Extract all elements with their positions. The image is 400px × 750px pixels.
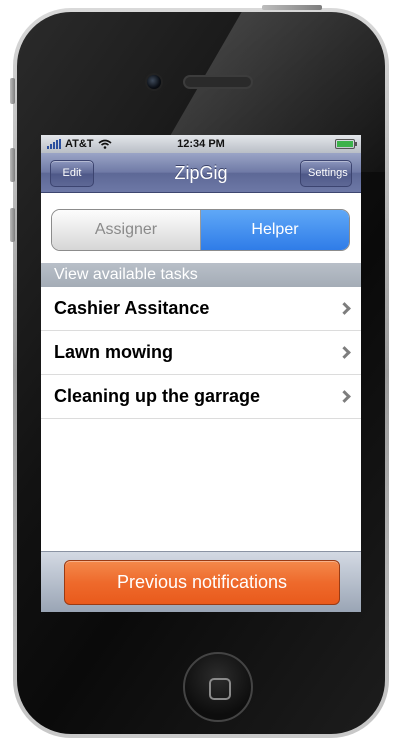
camera-icon [145,73,163,91]
carrier-label: AT&T [65,138,94,150]
battery-fill [337,141,353,147]
task-row-cashier[interactable]: Cashier Assitance [41,287,361,331]
segment-helper[interactable]: Helper [201,210,349,250]
previous-notifications-button[interactable]: Previous notifications [64,560,340,605]
volume-up-button[interactable] [10,148,15,182]
mute-switch[interactable] [10,78,15,104]
power-button[interactable] [262,5,322,10]
task-row-garage[interactable]: Cleaning up the garrage [41,375,361,419]
wifi-icon [98,139,112,149]
segment-assigner[interactable]: Assigner [52,210,201,250]
task-list: Cashier Assitance Lawn mowing Cleaning u… [41,287,361,419]
task-label: Cashier Assitance [54,298,210,318]
task-label: Cleaning up the garrage [54,386,261,406]
battery-icon [335,139,357,149]
phone-screen: AT&T 12:34 PM Edit ZipGig Settings Assig… [41,135,361,612]
chevron-right-icon [338,302,351,315]
status-bar: AT&T 12:34 PM [41,135,361,153]
speaker-grille [183,75,253,89]
role-segmented-control: Assigner Helper [51,209,350,251]
volume-down-button[interactable] [10,208,15,242]
section-header: View available tasks [41,263,361,287]
settings-button[interactable]: Settings [300,160,352,187]
home-button[interactable] [183,652,253,722]
home-square-icon [209,678,231,700]
bottom-toolbar: Previous notifications [41,551,361,612]
navigation-bar: Edit ZipGig Settings [41,153,361,193]
task-label: Lawn mowing [54,342,173,362]
chevron-right-icon [338,390,351,403]
signal-bars-icon [47,139,62,149]
task-row-lawn[interactable]: Lawn mowing [41,331,361,375]
chevron-right-icon [338,346,351,359]
